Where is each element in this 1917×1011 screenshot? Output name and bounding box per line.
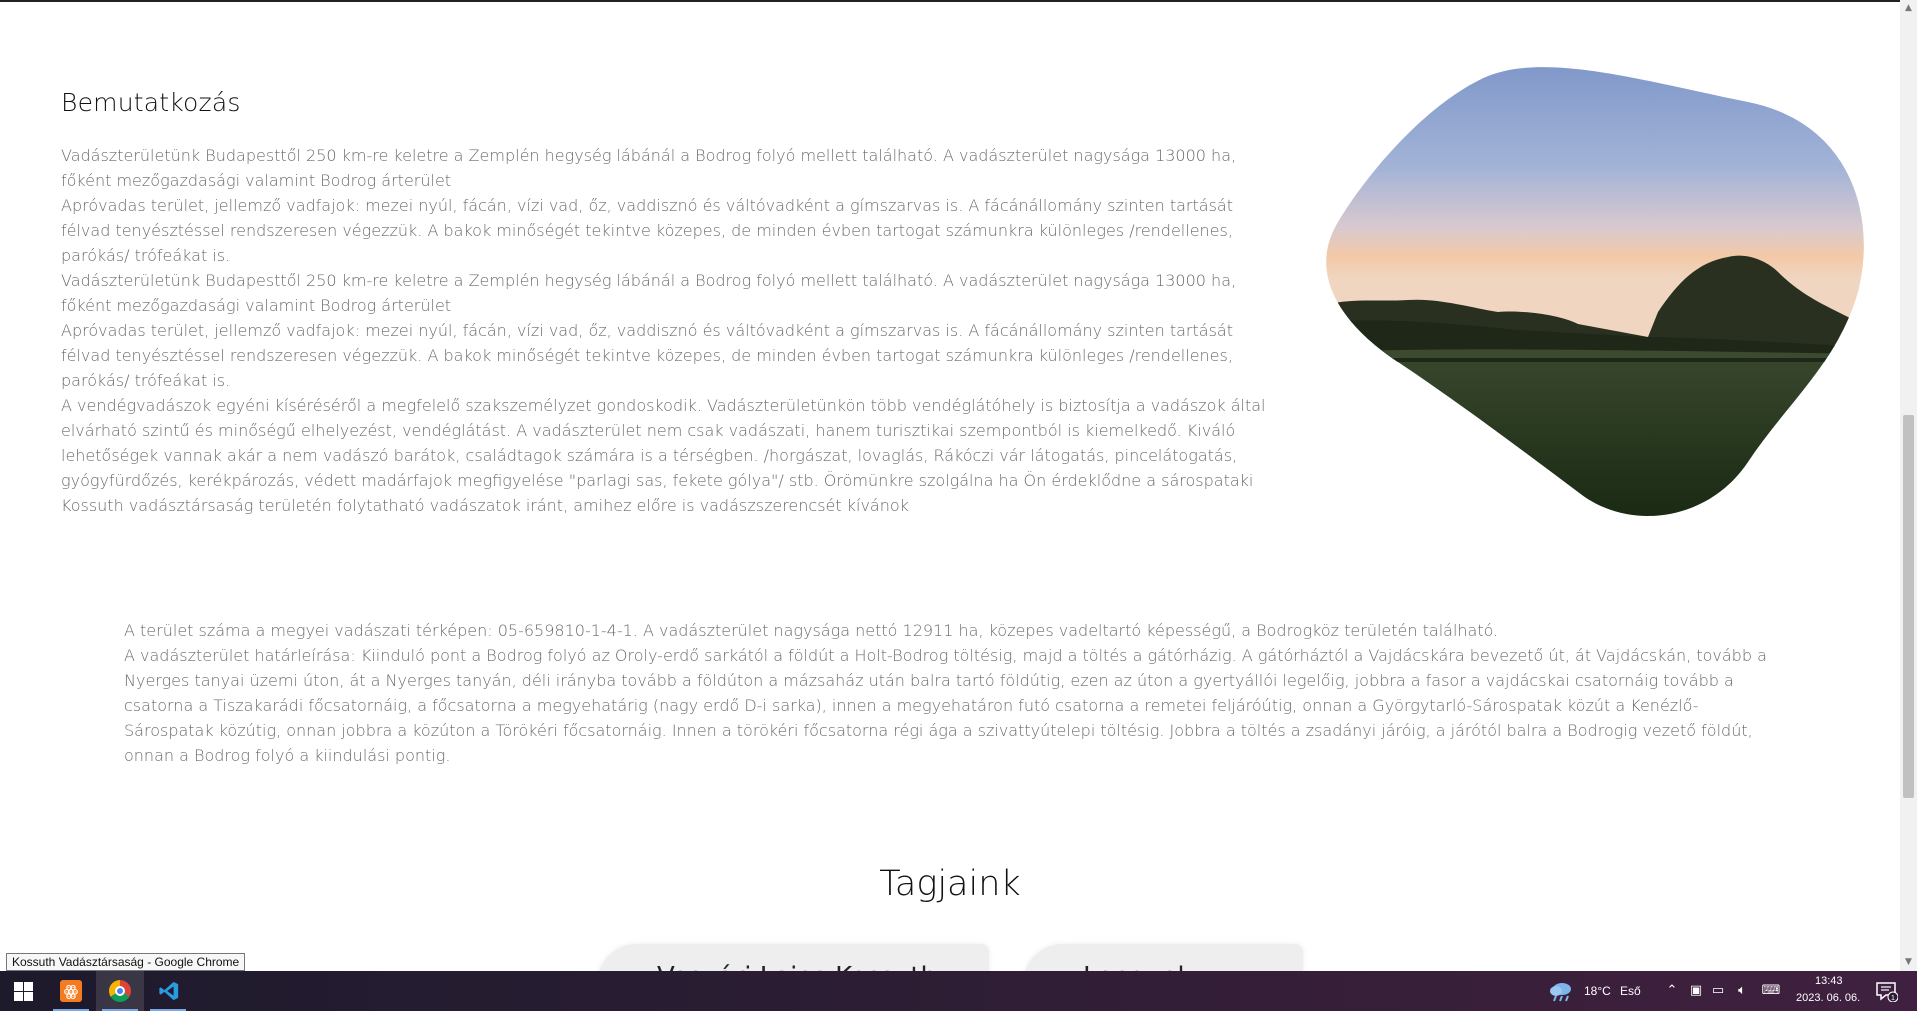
window-tooltip: Kossuth Vadásztársaság - Google Chrome	[6, 953, 246, 971]
member-card-name: Vasvári Lajos Kossuth	[657, 962, 937, 971]
page-scrollbar[interactable]: ▲ ▼	[1900, 0, 1917, 971]
notification-center-icon[interactable]: 1	[1874, 980, 1898, 1002]
meet-now-icon[interactable]: ▣	[1688, 983, 1704, 999]
start-button[interactable]	[0, 971, 48, 1011]
browser-viewport: Bemutatkozás Vadászterületünk Budapesttő…	[0, 0, 1900, 971]
chrome-icon	[109, 980, 131, 1002]
members-title: Tagjaink	[879, 864, 1021, 904]
show-hidden-icons-chevron-icon[interactable]: ⌃	[1665, 983, 1679, 999]
area-paragraph: A vadászterület határleírása: Kiinduló p…	[124, 646, 1767, 765]
landscape-blob-image	[1326, 67, 1864, 517]
intro-paragraph: A vendégvadászok egyéni kíséréséről a me…	[61, 396, 1266, 515]
member-card[interactable]: Lengyel	[1023, 944, 1303, 971]
section-title: Bemutatkozás	[61, 88, 241, 117]
intro-paragraph: Vadászterületünk Budapesttől 250 km-re k…	[61, 271, 1237, 315]
scroll-down-arrow-icon[interactable]: ▼	[1900, 954, 1917, 971]
notification-count: 1	[1891, 995, 1895, 1002]
vscode-icon	[159, 981, 179, 1001]
volume-icon[interactable]: 🔈︎	[1734, 983, 1750, 999]
intro-paragraph: Vadászterületünk Budapesttől 250 km-re k…	[61, 146, 1237, 190]
intro-text: Vadászterületünk Budapesttől 250 km-re k…	[61, 143, 1273, 518]
taskbar-app-chrome[interactable]	[96, 971, 144, 1011]
windows-taskbar: ꙮ 18°C Eső ⌃ ▣ ▭ 🔈︎ ⌨ 13:43 2023. 06. 06…	[0, 971, 1917, 1011]
intro-paragraph: Apróvadas terület, jellemző vadfajok: me…	[61, 196, 1233, 265]
weather-rain-icon[interactable]	[1548, 980, 1574, 1002]
weather-temperature[interactable]: 18°C	[1584, 984, 1611, 998]
scrollbar-thumb[interactable]	[1903, 415, 1914, 798]
network-icon[interactable]: ▭	[1710, 983, 1726, 999]
xampp-icon: ꙮ	[60, 980, 82, 1002]
scroll-up-arrow-icon[interactable]: ▲	[1900, 0, 1917, 17]
member-card[interactable]: Vasvári Lajos Kossuth	[597, 944, 989, 971]
keyboard-icon[interactable]: ⌨	[1760, 983, 1782, 999]
weather-description[interactable]: Eső	[1620, 984, 1641, 998]
taskbar-app-xampp[interactable]: ꙮ	[47, 971, 95, 1011]
taskbar-app-vscode[interactable]	[144, 971, 192, 1011]
area-description: A terület száma a megyei vadászati térké…	[124, 618, 1784, 768]
intro-paragraph: Apróvadas terület, jellemző vadfajok: me…	[61, 321, 1233, 390]
clock-date[interactable]: 2023. 06. 06.	[1796, 992, 1860, 1004]
area-paragraph: A terület száma a megyei vadászati térké…	[124, 621, 1499, 640]
member-card-name: Lengyel	[1083, 962, 1185, 971]
clock-time[interactable]: 13:43	[1815, 975, 1843, 987]
